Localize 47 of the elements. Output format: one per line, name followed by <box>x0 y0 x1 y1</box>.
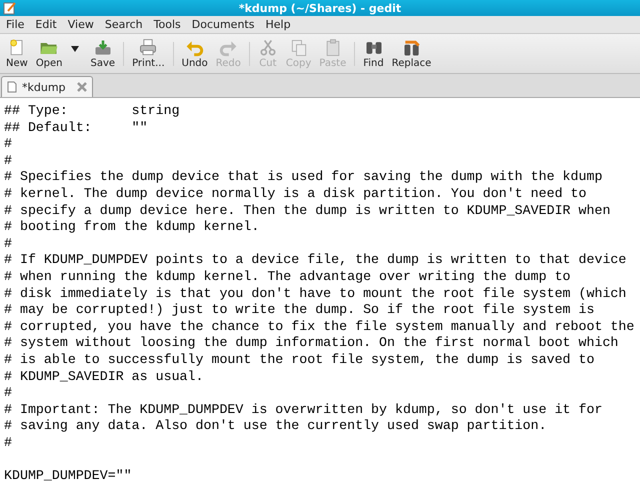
menu-item[interactable]: Tools <box>150 18 188 31</box>
menu-item[interactable]: Help <box>261 18 298 31</box>
code-line: ## Type: string <box>4 103 180 118</box>
code-line: KDUMP_DUMPDEV="" <box>4 468 132 484</box>
print-button[interactable]: Print... <box>128 38 169 69</box>
code-line: # may be corrupted!) just to write the dump. So if the root file system is <box>4 302 594 318</box>
print-icon <box>138 38 158 58</box>
notepad-icon <box>3 1 17 15</box>
open-button[interactable]: Open <box>32 38 67 69</box>
code-line: # corrupted, you have the chance to fix the file system manually and reboot the <box>4 318 634 334</box>
menu-item[interactable]: Documents <box>188 18 262 31</box>
code-line: # specify a dump device here. Then the dump is written to KDUMP_SAVEDIR when <box>4 202 610 218</box>
document-tab[interactable]: *kdump <box>1 76 93 97</box>
code-line: # saving any data. Also don't use the currently used swap partition. <box>4 418 547 434</box>
code-line: # Important: The KDUMP_DUMPDEV is overwritten by kdump, so don't use it for <box>4 402 602 417</box>
code-line: # booting from the kdump kernel. <box>4 219 260 234</box>
undo-button[interactable]: Undo <box>178 38 212 69</box>
code-line: # when running the kdump kernel. The advantage over writing the dump to <box>4 268 571 284</box>
menu-item[interactable]: View <box>64 18 101 31</box>
replace-icon <box>402 38 422 58</box>
cut-icon <box>258 38 278 58</box>
menu-item[interactable]: Edit <box>31 18 64 31</box>
save-button[interactable]: Save <box>86 38 120 69</box>
code-line: # kernel. The dump device normally is a disk partition. You don't need to <box>4 186 586 201</box>
tab-label: *kdump <box>22 80 66 94</box>
document-icon <box>6 81 18 93</box>
code-line: # Specifies the dump device that is used for saving the dump with the kdump <box>4 169 602 184</box>
code-line: # <box>4 385 12 400</box>
code-line: # system without loosing the dump information. On the first normal boot which <box>4 335 618 350</box>
code-line: # KDUMP_SAVEDIR as usual. <box>4 368 204 384</box>
code-line: # is able to successfully mount the root file system, the dump is saved to <box>4 352 594 367</box>
dropdown-arrow-icon[interactable] <box>70 46 79 52</box>
window-title: *kdump (~/Shares) - gedit <box>238 2 402 14</box>
text-editor[interactable] <box>0 98 640 491</box>
replace-button[interactable]: Replace <box>388 38 436 69</box>
code-line: # <box>4 136 12 152</box>
new-button[interactable]: New <box>2 38 32 69</box>
code-line: # <box>4 152 12 168</box>
code-line: # If KDUMP_DUMPDEV points to a device file, the dump is written to that device <box>4 252 626 268</box>
code-line: # <box>4 434 12 450</box>
find-button[interactable]: Find <box>359 38 388 69</box>
menu-item[interactable]: File <box>2 18 32 31</box>
code-line: ## Default: "" <box>4 120 148 135</box>
close-icon[interactable] <box>76 81 88 93</box>
code-line: # <box>4 236 12 251</box>
code-line: # disk immediately is that you don't have to mount the root file system (which <box>4 286 626 301</box>
menu-item[interactable]: Search <box>100 18 150 31</box>
